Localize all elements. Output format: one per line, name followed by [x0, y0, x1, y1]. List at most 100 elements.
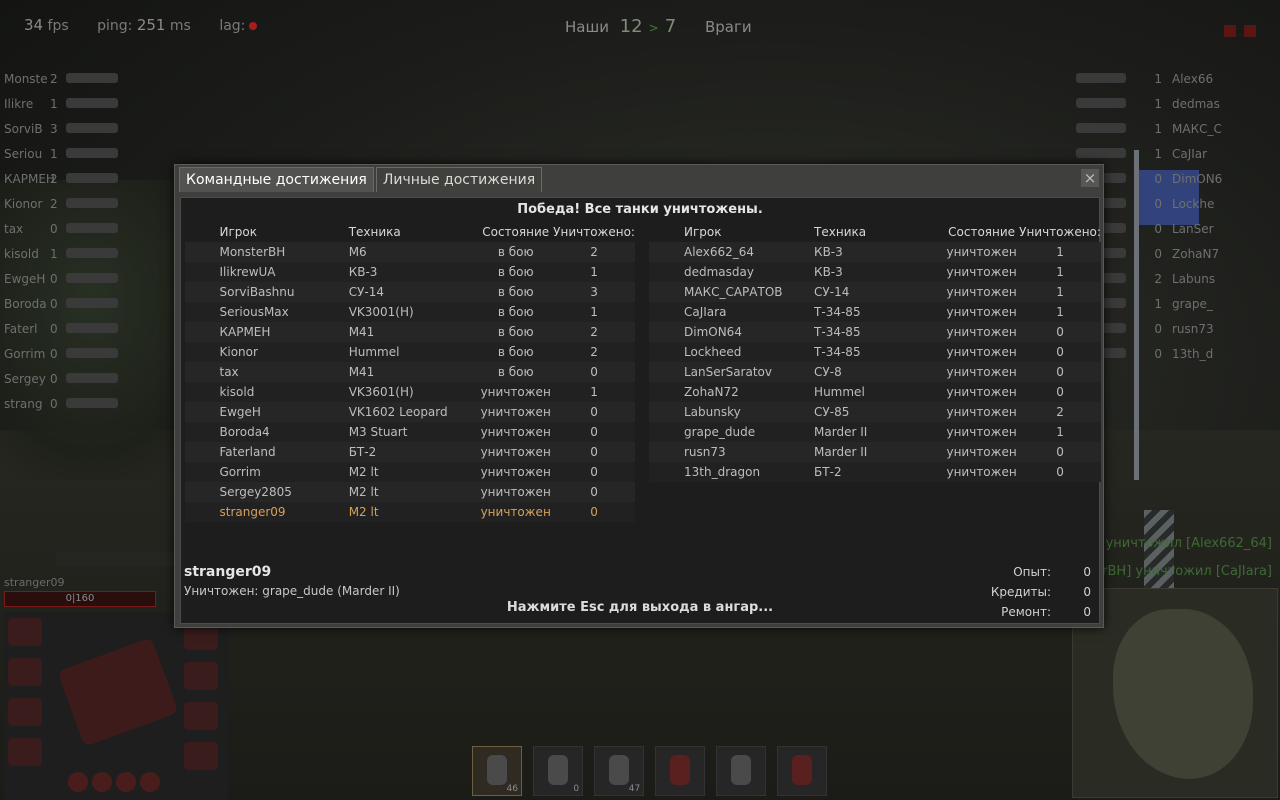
player-short-name: Monste: [4, 72, 48, 86]
vehicle-cell: M41: [348, 362, 479, 382]
vehicle-cell: M3 Stuart: [348, 422, 479, 442]
kills-cell: 2: [553, 342, 635, 362]
status-cell: уничтожен: [944, 422, 1020, 442]
experience-label: Опыт:: [1013, 565, 1051, 579]
vehicle-cell: СУ-85: [814, 402, 945, 422]
ping-label: ping:: [97, 18, 133, 34]
player-short-name: strang: [4, 397, 43, 411]
vehicle-cell: Т-34-85: [814, 302, 945, 322]
team-list-row: grape_ 1: [1076, 293, 1276, 318]
player-name-cell: Labunsky: [684, 402, 815, 422]
kills-cell: 2: [553, 242, 635, 262]
minimap-terrain: [1113, 609, 1253, 779]
status-cell: уничтожен: [944, 282, 1020, 302]
row-spacer: [649, 382, 684, 402]
ammo-slot-1[interactable]: 46: [472, 746, 522, 796]
team-list-row: dedmas 1: [1076, 93, 1276, 118]
earnings-summary: Опыт: 0 Кредиты: 0 Ремонт: 0: [961, 565, 1091, 625]
player-short-name: kisold: [4, 247, 39, 261]
status-cell: уничтожен: [944, 362, 1020, 382]
status-cell: в бою: [478, 322, 554, 342]
kills-cell: 2: [1019, 402, 1101, 422]
kills-cell: 0: [553, 462, 635, 482]
kills-cell: 0: [1019, 382, 1101, 402]
kills-cell: 0: [553, 422, 635, 442]
table-row: SeriousMax VK3001(H) в бою 1: [185, 302, 635, 322]
tab-personal-achievements[interactable]: Личные достижения: [375, 167, 543, 192]
player-kill-count: 0: [1154, 172, 1162, 186]
player-summary: stranger09 Уничтожен: grape_dude (Marder…: [184, 564, 400, 598]
table-row: EwgeH VK1602 Leopard уничтожен 0: [185, 402, 635, 422]
player-name-cell: DimON64: [684, 322, 815, 342]
team-list-row: МАКС_С 1: [1076, 118, 1276, 143]
player-kill-count: 2: [50, 72, 58, 86]
close-button[interactable]: ×: [1081, 169, 1099, 187]
player-short-name: 13th_d: [1172, 347, 1214, 361]
vehicle-cell: M2 lt: [348, 482, 479, 502]
tank-icon: [1076, 73, 1126, 83]
status-cell: уничтожен: [944, 342, 1020, 362]
hud-corner-icons: [1216, 22, 1256, 41]
col-kills: Уничтожено:: [1019, 225, 1101, 239]
team-list-row: КАРМЕН 2: [4, 168, 124, 193]
kills-cell: 0: [1019, 362, 1101, 382]
player-short-name: CaJIar: [1172, 147, 1208, 161]
team-list-row: Ilikre 1: [4, 93, 124, 118]
killed-by-text: Уничтожен: grape_dude (Marder II): [184, 584, 400, 598]
col-status: Состояние: [948, 225, 1016, 239]
row-spacer: [185, 342, 220, 362]
player-short-name: Gorrim: [4, 347, 46, 361]
row-spacer: [185, 482, 220, 502]
col-kills: Уничтожено:: [553, 225, 635, 239]
results-panel: Победа! Все танки уничтожены. Игрок Техн…: [180, 197, 1101, 625]
tank-icon: [1076, 98, 1126, 108]
player-short-name: Alex66: [1172, 72, 1214, 86]
kills-cell: 0: [553, 402, 635, 422]
player-kill-count: 0: [1154, 222, 1162, 236]
fire-extinguisher-slot[interactable]: [777, 746, 828, 796]
team-list-row: strang 0: [4, 393, 124, 418]
first-aid-slot[interactable]: [716, 746, 767, 796]
ping-value: 251: [136, 16, 166, 34]
status-cell: уничтожен: [478, 402, 554, 422]
table-row: grape_dude Marder II уничтожен 1: [649, 422, 1101, 442]
team-list-row: LanSer 0: [1076, 218, 1276, 243]
player-kill-count: 0: [50, 222, 58, 236]
table-row: Faterland БТ-2 уничтожен 0: [185, 442, 635, 462]
player-short-name: EwgeH: [4, 272, 46, 286]
player-name-cell: rusn73: [684, 442, 815, 462]
status-cell: в бою: [478, 262, 554, 282]
player-short-name: Labuns: [1172, 272, 1216, 286]
team-list-row: Alex66 1: [1076, 68, 1276, 93]
row-spacer: [649, 322, 684, 342]
vehicle-cell: Hummel: [814, 382, 945, 402]
status-cell: в бою: [478, 342, 554, 362]
repair-kit-slot[interactable]: [655, 746, 706, 796]
shell-icon: [487, 755, 507, 785]
ammo-slot-3[interactable]: 47: [594, 746, 645, 796]
vehicle-cell: КВ-3: [348, 262, 479, 282]
tab-team-achievements[interactable]: Командные достижения: [179, 167, 374, 192]
player-kill-count: 2: [50, 197, 58, 211]
tank-icon: [66, 148, 118, 158]
player-name-cell: grape_dude: [684, 422, 815, 442]
player-name-cell: stranger09: [219, 502, 349, 522]
player-short-name: ZohaN7: [1172, 247, 1220, 261]
player-name-cell: tax: [219, 362, 349, 382]
row-spacer: [649, 362, 684, 382]
ammo-slot-2[interactable]: 0: [533, 746, 584, 796]
team-list-row: 13th_d 0: [1076, 343, 1276, 368]
tank-icon: [1076, 148, 1126, 158]
tank-icon: [66, 173, 118, 183]
player-name-cell: Lockheed: [684, 342, 815, 362]
tank-icon: [66, 98, 118, 108]
player-kill-count: 0: [50, 272, 58, 286]
team-list-row: Seriou 1: [4, 143, 124, 168]
table-row: DimON64 Т-34-85 уничтожен 0: [649, 322, 1101, 342]
row-spacer: [649, 462, 684, 482]
status-cell: уничтожен: [478, 502, 554, 522]
ammo-count: 0: [573, 784, 580, 794]
status-cell: в бою: [478, 362, 554, 382]
table-row: ZohaN72 Hummel уничтожен 0: [649, 382, 1101, 402]
team-list-row: kisold 1: [4, 243, 124, 268]
